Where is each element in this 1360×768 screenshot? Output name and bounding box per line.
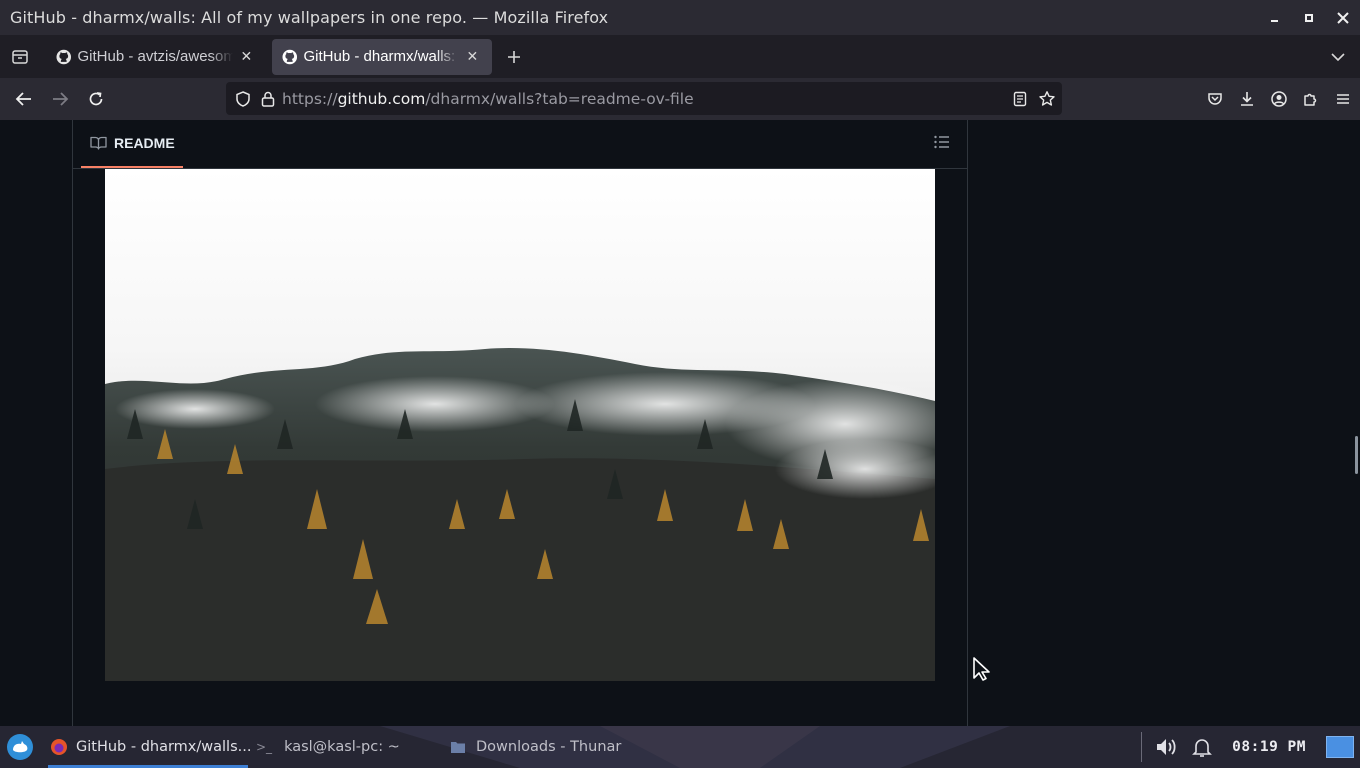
url-path: /dharmx/walls?tab=readme-ov-file — [425, 89, 694, 108]
tab-dharmx-walls[interactable]: GitHub - dharmx/walls: All of my wallpap… — [272, 38, 492, 75]
back-button[interactable] — [6, 81, 42, 117]
download-icon[interactable] — [1238, 90, 1256, 108]
volume-icon[interactable] — [1154, 735, 1180, 759]
url-text[interactable]: https://github.com/dharmx/walls?tab=read… — [282, 90, 694, 108]
url-bar-actions — [1012, 82, 1056, 115]
window-titlebar: GitHub - dharmx/walls: All of my wallpap… — [0, 0, 1360, 35]
workspace-switcher-icon[interactable] — [1326, 736, 1354, 758]
arrow-right-icon — [53, 92, 69, 106]
pocket-icon[interactable] — [1206, 90, 1224, 108]
folder-icon — [451, 742, 465, 753]
taskbar-item-label: kasl@kasl-pc: ~ — [284, 739, 400, 755]
tab-close-button[interactable]: ✕ — [463, 48, 482, 65]
tab-awesome-linux-ricing[interactable]: GitHub - avtzis/awesome-linux-ricing ✕ — [46, 39, 266, 75]
url-bar[interactable]: https://github.com/dharmx/walls?tab=read… — [226, 82, 1062, 115]
maximize-button[interactable] — [1292, 0, 1326, 35]
url-prefix: https:// — [282, 89, 338, 108]
navigation-bar: https://github.com/dharmx/walls?tab=read… — [0, 78, 1360, 120]
page-content: README — [0, 120, 1360, 726]
shield-icon[interactable] — [234, 90, 252, 108]
terminal-icon: >_ — [256, 740, 273, 754]
wallpaper-image — [105, 169, 965, 681]
chevron-down-icon — [1331, 52, 1345, 61]
plus-icon — [508, 50, 520, 63]
url-host: github.com — [337, 89, 426, 108]
toolbar-actions — [1206, 78, 1352, 120]
readme-header: README — [73, 120, 967, 169]
lock-icon[interactable] — [260, 90, 276, 108]
new-tab-button[interactable] — [496, 39, 532, 75]
readme-container: README — [72, 120, 968, 726]
firefox-view-icon — [12, 49, 28, 64]
taskbar-item-label: GitHub - dharmx/walls... — [76, 739, 252, 755]
forward-button[interactable] — [42, 81, 78, 117]
system-tray: 08:19 PM — [1141, 726, 1360, 768]
readme-tab-label: README — [114, 135, 175, 151]
bookmark-star-icon[interactable] — [1038, 90, 1056, 108]
account-icon[interactable] — [1270, 90, 1288, 108]
tab-label: GitHub - avtzis/awesome-linux-ricing — [77, 48, 233, 65]
tab-close-button[interactable]: ✕ — [237, 48, 256, 65]
close-icon — [1337, 11, 1349, 24]
whisker-menu-button[interactable] — [6, 726, 34, 768]
maximize-icon — [1305, 13, 1313, 22]
mouse-cursor-icon — [973, 657, 990, 681]
tab-bar: GitHub - avtzis/awesome-linux-ricing ✕ G… — [0, 35, 1360, 78]
taskbar-item-terminal[interactable]: >_ kasl@kasl-pc: ~ — [256, 726, 400, 768]
taskbar: GitHub - dharmx/walls... >_ kasl@kasl-pc… — [0, 726, 1360, 768]
close-button[interactable] — [1326, 0, 1360, 35]
taskbar-item-thunar[interactable]: Downloads - Thunar — [450, 726, 621, 768]
readme-tab[interactable]: README — [81, 120, 183, 168]
tab-list-area — [1326, 35, 1350, 78]
reader-view-icon[interactable] — [1012, 91, 1028, 107]
list-unordered-icon — [934, 135, 949, 149]
xfce-mouse-icon — [7, 734, 33, 760]
table-of-contents-button[interactable] — [933, 134, 953, 154]
minimize-icon — [1271, 19, 1278, 22]
list-all-tabs-button[interactable] — [1326, 45, 1350, 69]
extensions-icon[interactable] — [1302, 90, 1320, 108]
minimize-button[interactable] — [1258, 0, 1292, 35]
misty-forest-image — [105, 169, 965, 681]
clock[interactable]: 08:19 PM — [1232, 739, 1306, 755]
reload-button[interactable] — [78, 81, 114, 117]
firefox-icon — [51, 739, 67, 755]
github-icon — [282, 49, 298, 64]
menu-icon[interactable] — [1334, 90, 1352, 108]
reload-icon — [89, 92, 103, 106]
window-controls — [1258, 0, 1360, 35]
taskbar-item-label: Downloads - Thunar — [476, 739, 622, 755]
firefox-view-button[interactable] — [0, 35, 40, 78]
tab-label: GitHub - dharmx/walls: All of my wallpap… — [303, 48, 459, 65]
window-title: GitHub - dharmx/walls: All of my wallpap… — [10, 8, 609, 27]
tray-separator — [1141, 732, 1143, 762]
scrollbar-thumb[interactable] — [1355, 436, 1358, 474]
notification-bell-icon[interactable] — [1190, 735, 1214, 759]
github-icon — [56, 49, 72, 64]
arrow-left-icon — [15, 92, 31, 106]
book-icon — [90, 136, 107, 150]
taskbar-item-firefox[interactable]: GitHub - dharmx/walls... — [50, 726, 251, 768]
